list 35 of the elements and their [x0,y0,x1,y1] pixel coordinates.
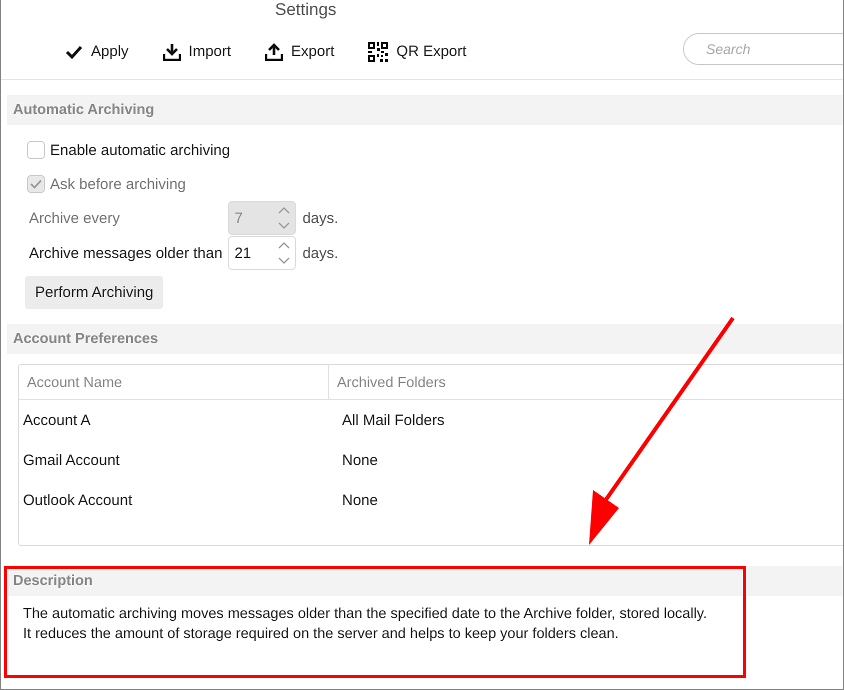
window-title: Settings [275,0,336,20]
table-cell-text: All Mail Folders [341,412,445,428]
section-title: Automatic Archiving [13,102,154,118]
number-field[interactable]: 21 [228,236,296,270]
section-title: Account Preferences [13,331,158,347]
unit-label: days. [302,210,338,226]
toolbar-button[interactable]: QR Export [360,36,474,68]
spinner-arrows-icon [277,205,292,231]
checkbox[interactable] [27,141,45,159]
checkbox-label: Ask before archiving [50,176,186,192]
column-header[interactable]: Account Name [19,365,329,399]
unit-label: days. [302,244,338,262]
perform-archiving-button[interactable]: Perform Archiving [25,276,164,309]
table-cell-text: Account A [22,412,92,428]
checkbox-label: Enable automatic archiving [50,142,230,158]
column-header[interactable]: Archived Folders [329,365,454,399]
search-field[interactable]: Search [683,32,843,64]
toolbar-button[interactable]: Apply [57,37,137,66]
table-cell-text: Outlook Account [22,492,134,508]
checkmark-icon [30,179,42,189]
table-cell-text: None [341,492,378,508]
download-icon [162,42,181,60]
qr-code-icon [368,42,388,62]
field-label: Archive messages older than [29,244,222,262]
toolbar-button[interactable]: Export [257,36,342,66]
upload-icon [265,42,284,60]
checkmark-icon [65,44,83,60]
field-label: Archive every [29,210,121,226]
spinner-arrows-icon [277,240,292,266]
table-cell-text: None [341,452,378,468]
description-text: It reduces the amount of storage required on the server and helps to keep your folders clean. [23,625,620,644]
section-title: Description [13,573,93,589]
description-text: The automatic archiving moves messages older than the specified date to the Archive folder, stored locally. [23,605,708,624]
table-cell-text: Gmail Account [22,452,121,468]
toolbar-button[interactable]: Import [154,36,240,66]
